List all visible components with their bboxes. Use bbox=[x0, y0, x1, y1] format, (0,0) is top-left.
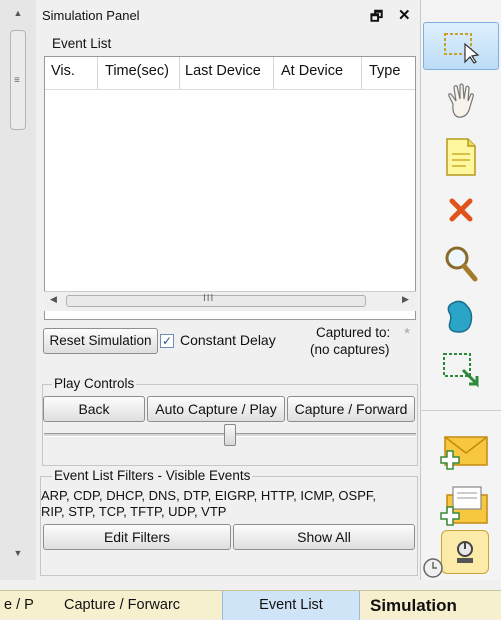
add-complex-pdu-icon bbox=[440, 486, 488, 526]
visible-events-line-1: ARP, CDP, DHCP, DNS, DTP, EIGRP, HTTP, I… bbox=[41, 488, 376, 503]
visible-events-line-2: RIP, STP, TCP, TFTP, UDP, VTP bbox=[41, 504, 227, 519]
column-header-type[interactable]: Type bbox=[369, 63, 400, 79]
show-all-button[interactable]: Show All bbox=[233, 524, 415, 550]
panel-title-bar: Simulation Panel 🗗 ✕ bbox=[40, 6, 420, 28]
captured-to-value: (no captures) bbox=[310, 342, 390, 357]
constant-delay-label: Constant Delay bbox=[180, 332, 276, 348]
scroll-up-arrow-icon[interactable]: ▲ bbox=[0, 8, 36, 18]
simulation-mode-button[interactable] bbox=[441, 530, 489, 574]
auto-capture-play-button[interactable]: Auto Capture / Play bbox=[147, 396, 285, 422]
add-simple-pdu-button[interactable] bbox=[431, 428, 495, 478]
delete-icon bbox=[449, 198, 473, 222]
tab-capture-forward[interactable]: Capture / Forwarc bbox=[64, 591, 180, 620]
edit-filters-button[interactable]: Edit Filters bbox=[43, 524, 231, 550]
select-tool-button[interactable] bbox=[423, 22, 499, 70]
scroll-left-arrow-icon[interactable]: ◀ bbox=[50, 294, 57, 305]
bottom-tab-bar: e / P Capture / Forwarc Event List Simul… bbox=[0, 590, 501, 620]
hand-tool-button[interactable] bbox=[435, 80, 487, 124]
event-list-horizontal-scrollbar[interactable]: ◀ III ▶ bbox=[44, 291, 416, 311]
draw-shape-icon bbox=[447, 300, 473, 333]
captured-to-label: Captured to: bbox=[316, 325, 391, 340]
reset-simulation-button[interactable]: Reset Simulation bbox=[43, 328, 158, 354]
event-list-table[interactable]: Vis. Time(sec) Last Device At Device Typ… bbox=[44, 56, 416, 320]
inspect-tool-button[interactable] bbox=[435, 240, 487, 286]
capture-forward-button[interactable]: Capture / Forward bbox=[287, 396, 415, 422]
simulation-mode-icon bbox=[457, 541, 473, 563]
tab-simulation[interactable]: Simulation bbox=[370, 591, 457, 620]
right-toolbar bbox=[421, 0, 501, 580]
event-list-group-label: Event List bbox=[52, 36, 112, 51]
select-icon bbox=[444, 33, 480, 64]
column-header-last-device[interactable]: Last Device bbox=[185, 63, 261, 79]
play-speed-slider-thumb[interactable] bbox=[224, 424, 236, 446]
close-icon[interactable]: ✕ bbox=[398, 6, 411, 24]
tab-event-list[interactable]: Event List bbox=[222, 591, 360, 620]
place-note-tool-button[interactable] bbox=[435, 132, 487, 182]
scroll-grip-icon: ≡ bbox=[14, 75, 20, 86]
constant-delay-checkbox[interactable]: ✓ bbox=[160, 334, 174, 348]
column-header-time[interactable]: Time(sec) bbox=[105, 63, 169, 79]
column-header-vis[interactable]: Vis. bbox=[51, 63, 75, 79]
resize-shape-tool-button[interactable] bbox=[435, 346, 487, 396]
scroll-grip-icon: III bbox=[203, 293, 215, 304]
horizontal-scroll-thumb[interactable]: III bbox=[66, 293, 366, 307]
add-complex-pdu-button[interactable] bbox=[431, 484, 495, 530]
back-button[interactable]: Back bbox=[43, 396, 145, 422]
panel-vertical-scrollbar[interactable]: ▲ ≡ ▼ bbox=[0, 0, 36, 580]
vertical-scroll-thumb[interactable]: ≡ bbox=[10, 30, 26, 130]
scroll-right-arrow-icon[interactable]: ▶ bbox=[402, 294, 409, 305]
play-controls-label: Play Controls bbox=[52, 376, 137, 391]
note-icon bbox=[446, 138, 476, 176]
captured-marker: * bbox=[404, 326, 411, 343]
restore-window-icon[interactable]: 🗗 bbox=[370, 6, 383, 30]
add-simple-pdu-icon bbox=[440, 436, 488, 470]
zoom-icon bbox=[445, 246, 478, 282]
panel-title: Simulation Panel bbox=[42, 8, 140, 23]
delete-tool-button[interactable] bbox=[435, 190, 487, 230]
scroll-down-arrow-icon[interactable]: ▼ bbox=[0, 548, 36, 558]
column-header-at-device[interactable]: At Device bbox=[281, 63, 343, 79]
hand-icon bbox=[448, 83, 474, 118]
realtime-clock-icon bbox=[421, 556, 443, 580]
draw-shape-tool-button[interactable] bbox=[435, 294, 487, 340]
resize-icon bbox=[443, 353, 479, 388]
event-filters-label: Event List Filters - Visible Events bbox=[52, 468, 253, 483]
tab-partial-left[interactable]: e / P bbox=[4, 591, 34, 620]
